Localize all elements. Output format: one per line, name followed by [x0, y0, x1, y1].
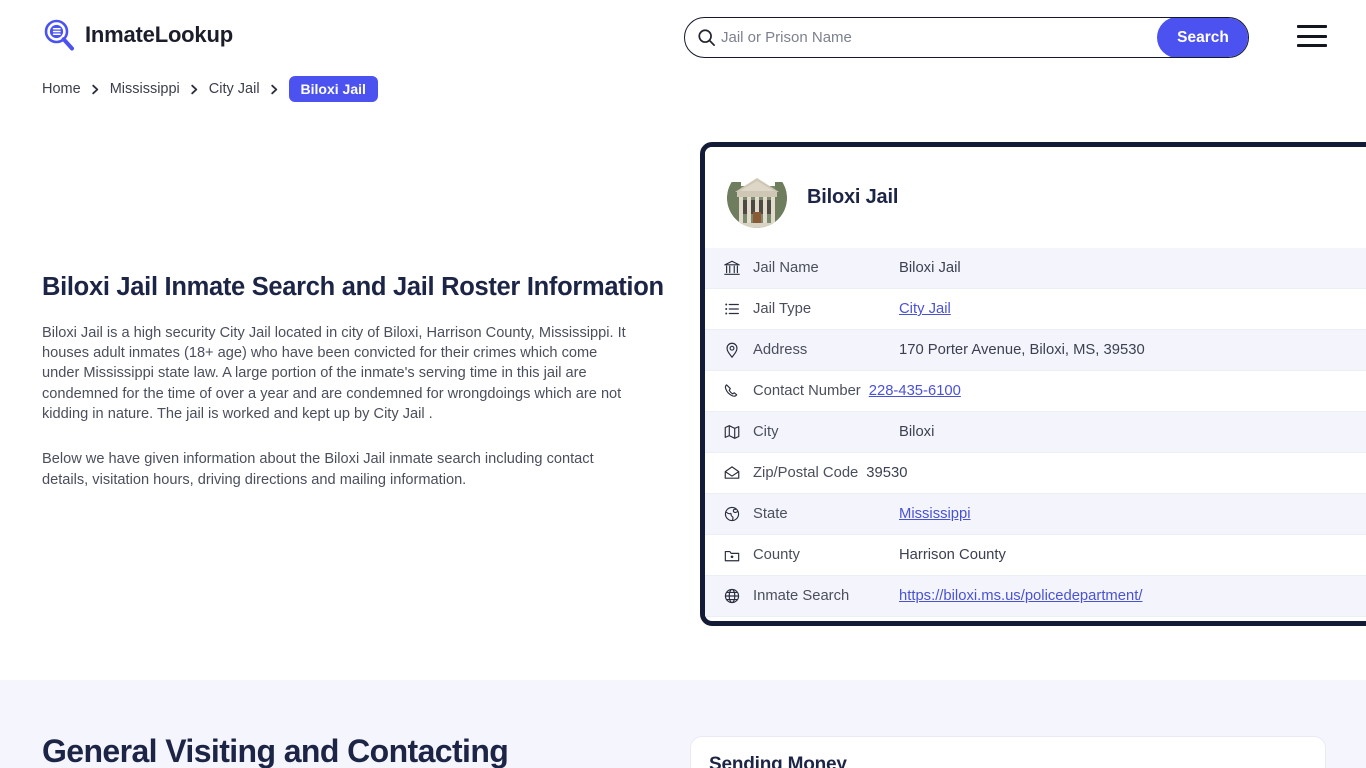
table-row: Jail Name Biloxi Jail	[705, 248, 1366, 289]
row-label: County	[753, 547, 800, 563]
search-icon	[685, 18, 721, 57]
inmate-search-link[interactable]: https://biloxi.ms.us/policedepartment/	[899, 588, 1142, 604]
jail-type-link[interactable]: City Jail	[899, 301, 951, 317]
chevron-right-icon	[269, 84, 280, 95]
row-label: Contact Number	[753, 383, 861, 399]
folder-dot-icon	[723, 546, 753, 564]
breadcrumb: Home Mississippi City Jail Biloxi Jail	[42, 76, 378, 102]
row-value: 39530	[866, 465, 908, 481]
intro-paragraph-2: Below we have given information about th…	[42, 451, 594, 488]
chevron-right-icon	[90, 84, 101, 95]
phone-icon	[723, 382, 753, 400]
row-value: Harrison County	[899, 547, 1006, 563]
table-row: Contact Number 228-435-6100	[705, 371, 1366, 412]
hamburger-line	[1297, 34, 1327, 38]
row-value: Biloxi	[899, 424, 935, 440]
table-row: Address 170 Porter Avenue, Biloxi, MS, 3…	[705, 330, 1366, 371]
map-pin-icon	[723, 341, 753, 359]
jail-card-title: Biloxi Jail	[807, 186, 899, 208]
table-row: City Biloxi	[705, 412, 1366, 453]
jail-details-table: Jail Name Biloxi Jail Jail Type City Jai…	[705, 248, 1366, 617]
table-row: Inmate Search https://biloxi.ms.us/polic…	[705, 576, 1366, 617]
chevron-right-icon	[189, 84, 200, 95]
site-logo[interactable]: InmateLookup	[42, 18, 233, 52]
breadcrumb-item-home[interactable]: Home	[42, 81, 81, 97]
row-label: Jail Type	[753, 301, 812, 317]
breadcrumb-item-mississippi[interactable]: Mississippi	[110, 81, 180, 97]
article-column: Biloxi Jail Inmate Search and Jail Roste…	[42, 272, 664, 490]
row-value: Biloxi Jail	[899, 260, 961, 276]
list-icon	[723, 300, 753, 318]
row-value: 170 Porter Avenue, Biloxi, MS, 39530	[899, 342, 1145, 358]
sending-money-card: Sending Money	[690, 736, 1326, 768]
table-row: Jail Type City Jail	[705, 289, 1366, 330]
sending-money-title: Sending Money	[709, 754, 847, 768]
search-button[interactable]: Search	[1157, 18, 1248, 57]
logo-text: InmateLookup	[85, 22, 233, 47]
row-label: State	[753, 506, 788, 522]
search-list-logo-icon	[42, 18, 76, 52]
table-row: County Harrison County	[705, 535, 1366, 576]
hamburger-line	[1297, 25, 1327, 28]
search-input[interactable]	[721, 18, 1157, 57]
row-label: City	[753, 424, 779, 440]
table-row: Zip/Postal Code 39530	[705, 453, 1366, 494]
envelope-icon	[723, 464, 753, 482]
courthouse-building-photo	[727, 167, 787, 228]
bottom-section-title: General Visiting and Contacting	[42, 733, 509, 768]
hamburger-menu-icon[interactable]	[1297, 25, 1327, 47]
page-root: InmateLookup Search Home Mississippi	[0, 0, 1366, 768]
site-header: InmateLookup Search	[0, 0, 1366, 72]
state-link[interactable]: Mississippi	[899, 506, 971, 522]
breadcrumb-item-city-jail[interactable]: City Jail	[209, 81, 260, 97]
row-label: Address	[753, 342, 808, 358]
globe-grid-icon	[723, 587, 753, 605]
row-label: Zip/Postal Code	[753, 465, 859, 481]
contact-number-link[interactable]: 228-435-6100	[869, 383, 961, 399]
row-label: Inmate Search	[753, 588, 850, 604]
bank-icon	[723, 259, 753, 277]
globe-icon	[723, 505, 753, 523]
jail-info-card: Biloxi Jail Jail Name Biloxi Jail Jail T…	[700, 142, 1366, 626]
breadcrumb-item-current: Biloxi Jail	[288, 76, 378, 102]
intro-paragraph-1: Biloxi Jail is a high security City Jail…	[42, 324, 626, 423]
jail-info-card-header: Biloxi Jail	[705, 147, 1366, 248]
row-label: Jail Name	[753, 260, 819, 276]
search-bar[interactable]: Search	[684, 17, 1249, 58]
table-row: State Mississippi	[705, 494, 1366, 535]
hamburger-line	[1297, 44, 1327, 47]
page-title: Biloxi Jail Inmate Search and Jail Roste…	[42, 273, 664, 301]
map-icon	[723, 423, 753, 441]
